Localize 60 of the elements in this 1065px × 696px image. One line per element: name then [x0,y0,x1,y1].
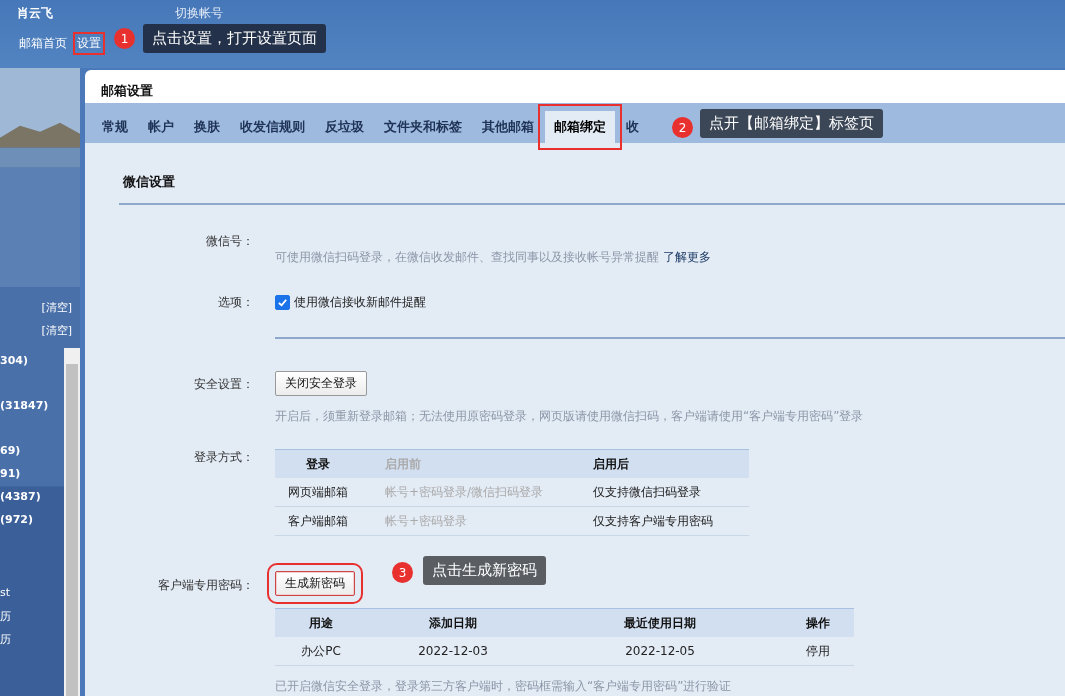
panel-title: 邮箱设置 [100,82,154,100]
folder-count[interactable]: 历 [0,609,11,632]
scrollbar[interactable] [64,348,80,696]
disable-link[interactable]: 停用 [781,637,854,666]
table-cell: 2022-12-03 [367,637,539,666]
table-cell: 办公PC [275,637,367,666]
field-label: 客户端专用密码： [157,577,255,594]
callout-tooltip: 点击设置，打开设置页面 [143,24,326,53]
field-label: 微信号： [205,233,255,250]
learn-more-link[interactable]: 了解更多 [662,250,711,264]
table-cell: 帐号+密码登录 [361,506,592,536]
folder-count[interactable]: (4387) [0,490,41,513]
table-cell: 帐号+密码登录/微信扫码登录 [361,478,592,507]
folder-count[interactable]: st [0,586,11,609]
settings-tab[interactable]: 换肤 [185,111,229,143]
hint-text: 开启后，须重新登录邮箱；无法使用原密码登录，网页版请使用微信扫码，客户端请使用“客户端专用密码”登录 [275,408,864,425]
folder-count[interactable]: (31847) [0,399,49,422]
callout-tooltip: 点击生成新密码 [423,556,546,585]
table-cell: 仅支持微信扫码登录 [592,478,749,507]
clear-link[interactable]: [清空] [41,300,72,315]
table-cell: 仅支持客户端专用密码 [592,506,749,536]
checkmark-icon [277,297,288,308]
column-header: 操作 [781,608,854,637]
folder-count[interactable]: 304) [0,354,28,377]
settings-tab[interactable]: 邮箱绑定 [545,111,615,143]
column-header: 添加日期 [367,608,539,637]
folder-count[interactable]: 91) [0,467,21,490]
field-label: 安全设置： [193,376,255,393]
column-header: 启用前 [361,449,592,478]
table-cell: 客户端邮箱 [275,506,361,536]
clear-link[interactable]: [清空] [41,323,72,338]
field-label: 选项： [217,294,255,311]
disable-secure-login-button[interactable]: 关闭安全登录 [275,371,367,396]
settings-tab[interactable]: 反垃圾 [316,111,373,143]
switch-account-link[interactable]: 切换帐号 [175,5,223,22]
checkbox-label: 使用微信接收新邮件提醒 [294,294,426,311]
checkbox[interactable] [275,295,290,310]
column-header: 用途 [275,608,367,637]
section-title: 微信设置 [119,173,1065,205]
hint-text: 已开启微信安全登录，登录第三方客户端时，密码框需输入“客户端专用密码”进行验证 [275,678,732,695]
user-name: 肖云飞 [17,5,53,22]
nav-link[interactable]: 设置 [75,34,103,53]
hint-text: 可使用微信扫码登录，在微信收发邮件、查找同事以及接收帐号异常提醒 [275,250,659,264]
field-label: 登录方式： [193,449,255,466]
folder-count[interactable]: (972) [0,513,34,536]
settings-tab[interactable]: 其他邮箱 [473,111,543,143]
column-header: 最近使用日期 [539,608,781,637]
nav-link[interactable]: 邮箱首页 [17,34,69,53]
settings-tab[interactable]: 文件夹和标签 [375,111,471,143]
settings-tab[interactable]: 收 [617,111,648,143]
column-header: 启用后 [592,449,749,478]
settings-tab[interactable]: 收发信规则 [231,111,314,143]
callout-tooltip: 点开【邮箱绑定】标签页 [700,109,883,138]
table-cell: 网页端邮箱 [275,478,361,507]
folder-count[interactable]: 历 [0,632,11,655]
settings-tab[interactable]: 常规 [93,111,137,143]
table-cell: 2022-12-05 [539,637,781,666]
folder-count[interactable]: 69) [0,444,21,467]
settings-tab[interactable]: 帐户 [139,111,183,143]
column-header: 登录 [275,449,361,478]
